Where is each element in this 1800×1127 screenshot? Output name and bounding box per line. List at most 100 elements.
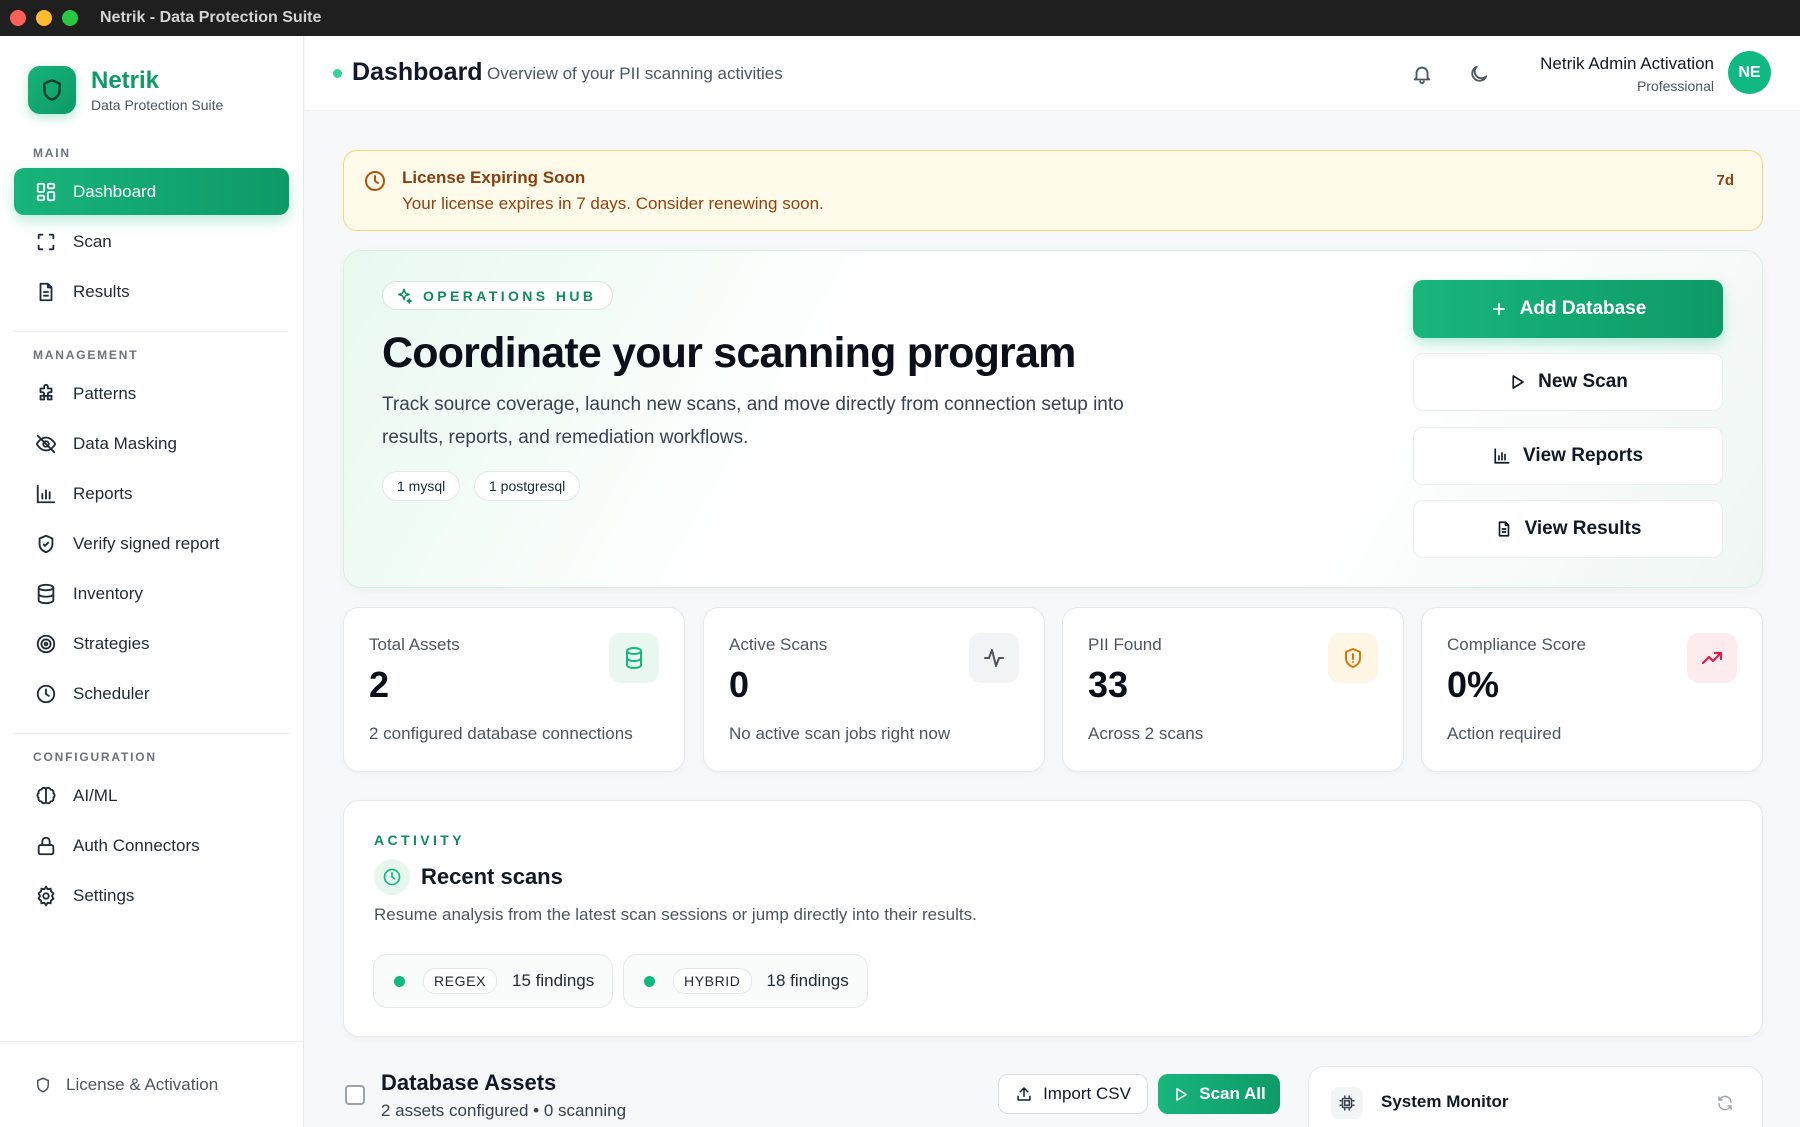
sidebar-item-label: Data Masking bbox=[73, 433, 177, 453]
license-expiry-banner: License Expiring Soon Your license expir… bbox=[343, 150, 1763, 231]
zoom-window-button[interactable] bbox=[62, 10, 78, 26]
scan-all-label: Scan All bbox=[1199, 1084, 1266, 1103]
bell-icon[interactable] bbox=[1408, 60, 1436, 88]
page-title: Dashboard bbox=[352, 58, 483, 86]
sidebar-item-strategies[interactable]: Strategies bbox=[14, 620, 289, 667]
sidebar-item-label: AI/ML bbox=[73, 785, 118, 805]
stat-value: 0% bbox=[1447, 664, 1500, 705]
stat-label: Compliance Score bbox=[1447, 635, 1586, 654]
brand[interactable]: Netrik Data Protection Suite bbox=[28, 66, 223, 114]
sidebar-item-patterns[interactable]: Patterns bbox=[14, 370, 289, 417]
source-chip: 1 mysql bbox=[382, 471, 461, 501]
sidebar-item-dashboard[interactable]: Dashboard bbox=[14, 168, 289, 215]
sidebar-item-label: Scheduler bbox=[73, 683, 150, 703]
view-reports-button[interactable]: View Reports bbox=[1413, 427, 1723, 485]
shield-icon bbox=[34, 1076, 52, 1094]
bar-chart-icon bbox=[34, 482, 58, 506]
refresh-icon[interactable] bbox=[1716, 1094, 1734, 1112]
play-icon bbox=[1508, 373, 1526, 391]
status-dot bbox=[333, 69, 342, 78]
sidebar-item-auth-connectors[interactable]: Auth Connectors bbox=[14, 822, 289, 869]
sidebar-item-label: Strategies bbox=[73, 633, 150, 653]
license-banner-message: Your license expires in 7 days. Consider… bbox=[402, 194, 824, 213]
sidebar-item-results[interactable]: Results bbox=[14, 268, 289, 315]
license-banner-title: License Expiring Soon bbox=[402, 168, 586, 187]
sidebar-item-ai-ml[interactable]: AI/ML bbox=[14, 772, 289, 819]
database-assets-title: Database Assets bbox=[381, 1070, 557, 1095]
puzzle-icon bbox=[34, 382, 58, 406]
view-reports-label: View Reports bbox=[1522, 445, 1644, 466]
view-results-button[interactable]: View Results bbox=[1413, 500, 1723, 558]
sidebar-item-label: Patterns bbox=[73, 383, 137, 403]
stat-subtext: No active scan jobs right now bbox=[729, 724, 951, 743]
system-monitor-card: System Monitor bbox=[1308, 1066, 1763, 1127]
stat-label: Total Assets bbox=[369, 635, 460, 654]
sidebar-item-label: Auth Connectors bbox=[73, 835, 200, 855]
stat-subtext: Action required bbox=[1447, 724, 1562, 743]
sidebar-item-settings[interactable]: Settings bbox=[14, 872, 289, 919]
section-label-configuration: CONFIGURATION bbox=[33, 750, 157, 764]
scan-findings: 18 findings bbox=[766, 971, 849, 990]
sidebar-item-label: Reports bbox=[73, 483, 133, 503]
user-role: Professional bbox=[1636, 78, 1714, 94]
window-title: Netrik - Data Protection Suite bbox=[100, 9, 322, 26]
recent-scans-title: Recent scans bbox=[421, 864, 563, 889]
sidebar-divider bbox=[14, 733, 289, 734]
recent-scan-item[interactable]: REGEX 15 findings bbox=[373, 954, 614, 1008]
import-csv-button[interactable]: Import CSV bbox=[998, 1074, 1148, 1114]
sidebar-item-label: Dashboard bbox=[73, 181, 157, 201]
stat-label: Active Scans bbox=[729, 635, 828, 654]
select-all-checkbox[interactable] bbox=[345, 1085, 365, 1105]
sidebar-item-data-masking[interactable]: Data Masking bbox=[14, 420, 289, 467]
close-window-button[interactable] bbox=[10, 10, 26, 26]
sidebar-item-scan[interactable]: Scan bbox=[14, 218, 289, 265]
document-icon bbox=[1495, 520, 1513, 538]
add-database-button[interactable]: Add Database bbox=[1413, 280, 1723, 338]
eye-off-icon bbox=[34, 432, 58, 456]
system-monitor-title: System Monitor bbox=[1381, 1092, 1509, 1111]
stat-card-active-scans[interactable]: Active Scans 0 No active scan jobs right… bbox=[703, 607, 1045, 772]
user-name: Netrik Admin Activation bbox=[1540, 54, 1714, 73]
license-days-badge: 7d bbox=[1716, 172, 1734, 189]
license-activation-link[interactable]: License & Activation bbox=[0, 1041, 303, 1127]
gear-icon bbox=[34, 884, 58, 908]
upload-icon bbox=[1015, 1085, 1033, 1103]
window-controls bbox=[10, 10, 78, 26]
section-label-main: MAIN bbox=[33, 146, 71, 160]
activity-icon bbox=[969, 633, 1019, 683]
recent-scan-item[interactable]: HYBRID 18 findings bbox=[623, 954, 868, 1008]
new-scan-button[interactable]: New Scan bbox=[1413, 353, 1723, 411]
brand-name: Netrik bbox=[91, 67, 160, 94]
plus-icon bbox=[1490, 300, 1508, 318]
avatar[interactable]: NE bbox=[1728, 51, 1771, 94]
minimize-window-button[interactable] bbox=[36, 10, 52, 26]
sidebar-item-reports[interactable]: Reports bbox=[14, 470, 289, 517]
stat-value: 33 bbox=[1088, 664, 1129, 705]
add-database-label: Add Database bbox=[1519, 298, 1647, 319]
stat-card-total-assets[interactable]: Total Assets 2 2 configured database con… bbox=[343, 607, 685, 772]
sidebar-item-label: Inventory bbox=[73, 583, 143, 603]
clock-icon bbox=[374, 859, 410, 895]
hero-description: Track source coverage, launch new scans,… bbox=[382, 394, 1124, 448]
section-label-management: MANAGEMENT bbox=[33, 348, 139, 362]
brain-icon bbox=[34, 784, 58, 808]
scan-status-dot bbox=[394, 975, 405, 987]
scan-type-badge: REGEX bbox=[423, 968, 498, 994]
sidebar: Netrik Data Protection Suite MAIN Dashbo… bbox=[0, 36, 304, 1127]
sidebar-item-inventory[interactable]: Inventory bbox=[14, 570, 289, 617]
sidebar-item-verify-signed-report[interactable]: Verify signed report bbox=[14, 520, 289, 567]
sparkles-icon bbox=[395, 287, 413, 305]
source-chip: 1 postgresql bbox=[474, 471, 581, 501]
scan-status-dot bbox=[644, 975, 655, 987]
scan-frame-icon bbox=[34, 230, 58, 254]
recent-scans-description: Resume analysis from the latest scan ses… bbox=[374, 905, 977, 924]
target-icon bbox=[34, 632, 58, 656]
cpu-icon bbox=[1331, 1087, 1363, 1119]
stat-card-pii-found[interactable]: PII Found 33 Across 2 scans bbox=[1062, 607, 1404, 772]
stat-subtext: Across 2 scans bbox=[1088, 724, 1204, 743]
page-subtitle: Overview of your PII scanning activities bbox=[487, 64, 783, 83]
scan-all-button[interactable]: Scan All bbox=[1158, 1074, 1280, 1114]
sidebar-item-scheduler[interactable]: Scheduler bbox=[14, 670, 289, 717]
moon-icon[interactable] bbox=[1465, 60, 1493, 88]
stat-card-compliance-score[interactable]: Compliance Score 0% Action required bbox=[1421, 607, 1763, 772]
